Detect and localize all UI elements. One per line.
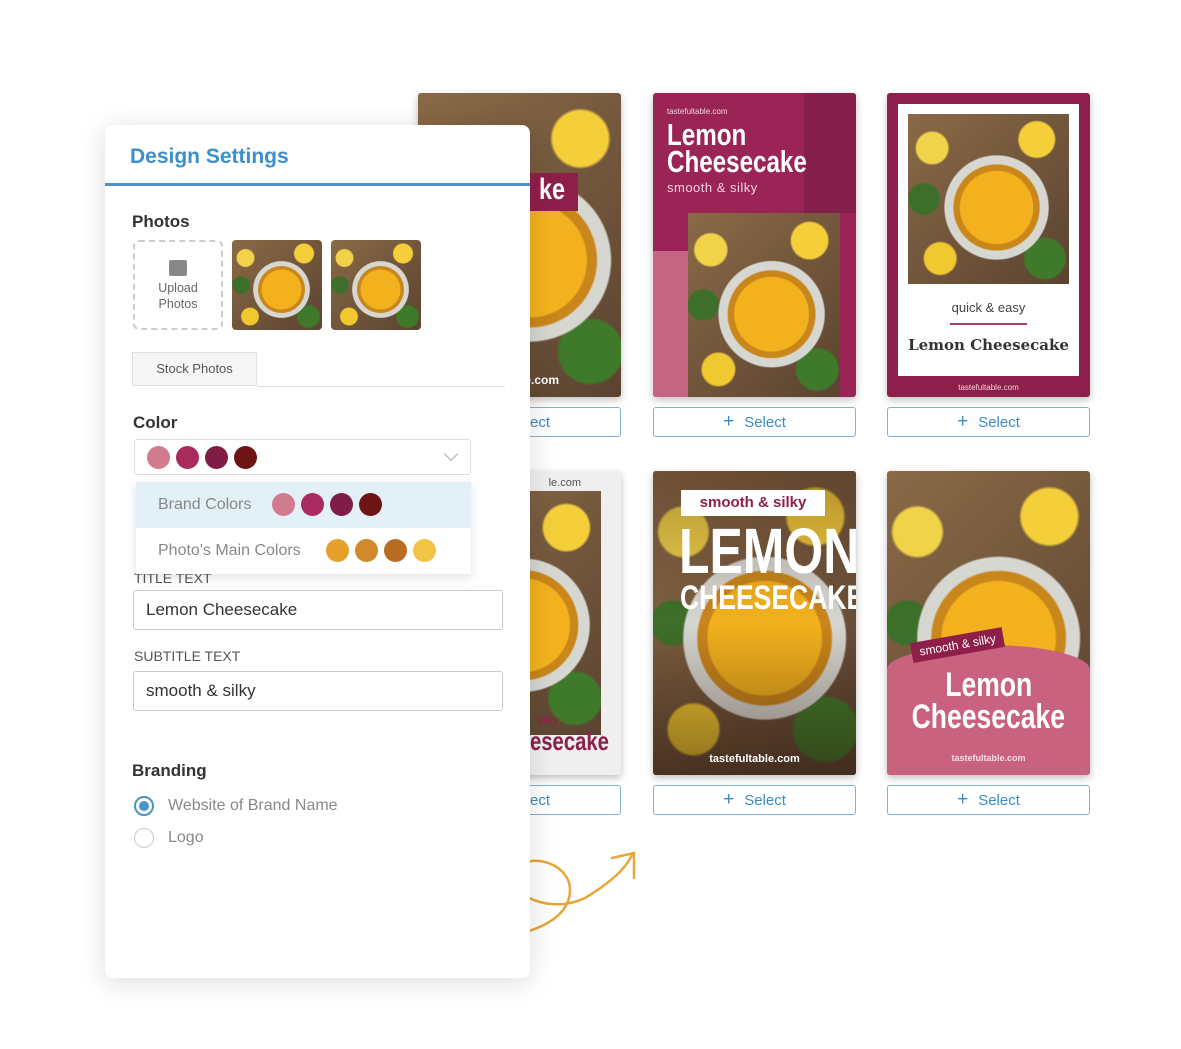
photo-thumbnail-1[interactable]	[232, 240, 322, 330]
panel-title: Design Settings	[130, 145, 289, 168]
template-card-5[interactable]: smooth & silky LEMON CHEESECAKE tasteful…	[653, 471, 856, 775]
card-title-line2: CHEESECAKE	[680, 579, 856, 617]
select-button-2[interactable]: + Select	[653, 407, 856, 437]
option-brand-colors[interactable]: Brand Colors	[136, 482, 471, 528]
color-swatch	[176, 446, 199, 469]
color-swatch	[330, 493, 353, 516]
color-dropdown-menu: Brand Colors Photo's Main Colors	[136, 482, 471, 574]
plus-icon: +	[723, 789, 735, 810]
color-swatch	[301, 493, 324, 516]
select-button-6[interactable]: + Select	[887, 785, 1090, 815]
template-card-6[interactable]: smooth & silky Lemon Cheesecake tasteful…	[887, 471, 1090, 775]
color-label: Color	[133, 413, 178, 432]
plus-icon: +	[957, 411, 969, 432]
subtitle-text-input[interactable]: smooth & silky	[133, 671, 503, 711]
title-text-input[interactable]: Lemon Cheesecake	[133, 590, 503, 630]
subtitle-text-label: SUBTITLE TEXT	[134, 648, 241, 664]
color-swatch	[205, 446, 228, 469]
card-subtitle: smooth & silky	[681, 490, 825, 516]
select-button-5[interactable]: + Select	[653, 785, 856, 815]
card-site: tastefultable.com	[958, 383, 1019, 392]
photos-label: Photos	[132, 212, 190, 231]
color-swatch	[326, 539, 349, 562]
card-site: tastefultable.com	[709, 753, 800, 765]
card-title-line1: LEMON	[679, 515, 856, 587]
title-underline	[105, 183, 530, 186]
option-photo-main-colors[interactable]: Photo's Main Colors	[136, 528, 471, 574]
color-swatch	[355, 539, 378, 562]
card-title: esecake	[530, 726, 609, 756]
radio-logo[interactable]: Logo	[134, 828, 204, 848]
color-swatch	[272, 493, 295, 516]
plus-icon: +	[957, 789, 969, 810]
template-card-2[interactable]: tastefultable.com Lemon Cheesecake smoot…	[653, 93, 856, 397]
color-select[interactable]	[134, 439, 471, 475]
branding-label: Branding	[132, 761, 207, 780]
card-title-line1: Lemon	[945, 666, 1032, 704]
color-swatch	[413, 539, 436, 562]
card-title: Lemon Cheesecake	[908, 336, 1069, 354]
radio-selected-icon	[134, 796, 154, 816]
card-site: tastefultable.com	[667, 107, 728, 116]
color-swatch	[384, 539, 407, 562]
photo-thumbnail-2[interactable]	[331, 240, 421, 330]
upload-photos-button[interactable]: Upload Photos	[133, 240, 223, 330]
chevron-down-icon	[443, 446, 459, 462]
color-swatch	[359, 493, 382, 516]
color-swatch	[147, 446, 170, 469]
add-image-icon	[169, 260, 187, 276]
radio-unselected-icon	[134, 828, 154, 848]
card-site: tastefultable.com	[951, 753, 1026, 763]
card-title-line2: Cheesecake	[911, 698, 1066, 736]
tab-divider	[257, 386, 505, 387]
plus-icon: +	[723, 411, 735, 432]
radio-website-brand-name[interactable]: Website of Brand Name	[134, 796, 338, 816]
divider	[950, 323, 1027, 325]
card-site: le.com	[548, 477, 581, 489]
color-swatch	[234, 446, 257, 469]
select-button-3[interactable]: + Select	[887, 407, 1090, 437]
card-subtitle: smooth & silky	[667, 180, 758, 195]
template-card-3[interactable]: quick & easy Lemon Cheesecake tastefulta…	[887, 93, 1090, 397]
card-title: ke	[538, 173, 565, 206]
card-subtitle: quick & easy	[951, 300, 1026, 315]
design-settings-panel: Design Settings Photos Upload Photos Stoc…	[105, 125, 530, 978]
card-title-line2: Cheesecake	[667, 144, 807, 179]
stock-photos-tab[interactable]: Stock Photos	[132, 352, 257, 386]
